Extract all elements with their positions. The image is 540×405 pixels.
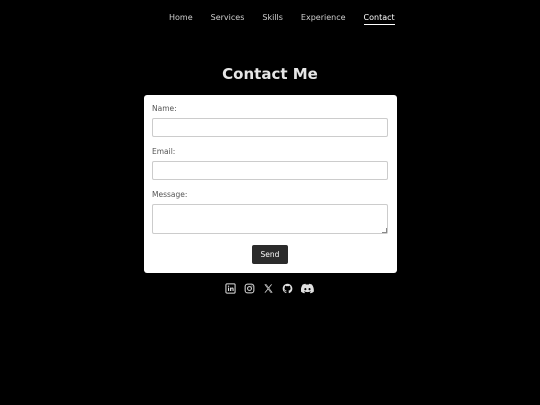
- instagram-link[interactable]: [244, 283, 255, 294]
- github-link[interactable]: [282, 283, 293, 294]
- page: Home Services Skills Experience Contact …: [0, 0, 540, 405]
- discord-link[interactable]: [301, 283, 314, 294]
- nav-item-services[interactable]: Services: [211, 13, 245, 25]
- message-label: Message:: [152, 190, 188, 199]
- message-wrapper: [152, 204, 388, 234]
- social-links: [225, 283, 322, 294]
- nav-item-experience[interactable]: Experience: [301, 13, 346, 25]
- x-twitter-icon: [264, 284, 273, 293]
- email-label: Email:: [152, 147, 176, 156]
- message-field[interactable]: [152, 204, 388, 234]
- send-button[interactable]: Send: [252, 245, 288, 264]
- x-link[interactable]: [263, 283, 274, 294]
- instagram-icon: [244, 283, 255, 294]
- linkedin-link[interactable]: [225, 283, 236, 294]
- nav-item-contact[interactable]: Contact: [363, 13, 395, 25]
- linkedin-icon: [225, 283, 236, 294]
- email-field[interactable]: [152, 161, 388, 180]
- nav-item-home[interactable]: Home: [169, 13, 193, 25]
- name-field[interactable]: [152, 118, 388, 137]
- discord-icon: [301, 283, 314, 294]
- name-label: Name:: [152, 104, 177, 113]
- nav-item-skills[interactable]: Skills: [262, 13, 283, 25]
- top-nav: Home Services Skills Experience Contact: [169, 13, 413, 25]
- page-title: Contact Me: [222, 65, 318, 83]
- contact-form: Name: Email: Message: Send: [144, 95, 397, 273]
- github-icon: [282, 283, 293, 294]
